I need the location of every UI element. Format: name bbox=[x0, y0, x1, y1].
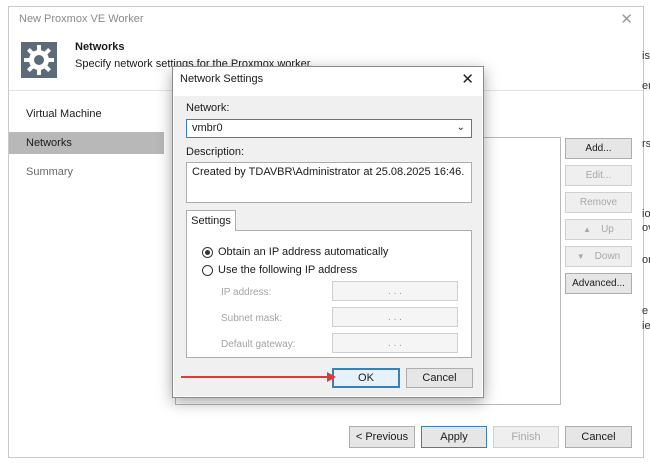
subnet-mask-field[interactable]: . . . bbox=[332, 307, 458, 327]
dialog-body: Network: vmbr0 ⌄ Description: Created by… bbox=[174, 96, 482, 396]
gear-icon bbox=[21, 42, 57, 78]
settings-panel: Obtain an IP address automatically Use t… bbox=[186, 230, 472, 358]
background-text-fragment: on bbox=[642, 254, 650, 266]
wizard-title: New Proxmox VE Worker bbox=[19, 13, 144, 25]
previous-button[interactable]: < Previous bbox=[349, 426, 415, 448]
dialog-cancel-button[interactable]: Cancel bbox=[406, 368, 473, 388]
wizard-close-icon[interactable]: ✕ bbox=[620, 10, 633, 28]
arrow-down-icon: ▼ bbox=[576, 252, 585, 261]
network-label: Network: bbox=[186, 102, 230, 114]
advanced-button[interactable]: Advanced... bbox=[565, 273, 632, 294]
nav-item-virtual-machine[interactable]: Virtual Machine bbox=[9, 103, 164, 125]
description-field[interactable]: Created by TDAVBR\Administrator at 25.08… bbox=[186, 162, 472, 203]
network-select[interactable]: vmbr0 ⌄ bbox=[186, 119, 472, 138]
tab-settings[interactable]: Settings bbox=[186, 210, 236, 231]
subnet-mask-label: Subnet mask: bbox=[221, 313, 283, 324]
background-text-fragment: er bbox=[642, 80, 650, 92]
default-gateway-label: Default gateway: bbox=[221, 339, 296, 350]
background-text-fragment: e bbox=[642, 305, 649, 317]
move-down-label: Down bbox=[594, 251, 621, 262]
background-text-fragment: ie bbox=[642, 320, 650, 332]
ip-address-field[interactable]: . . . bbox=[332, 281, 458, 301]
description-label: Description: bbox=[186, 146, 245, 158]
annotation-arrow-head-icon bbox=[327, 372, 336, 382]
arrow-up-icon: ▲ bbox=[583, 225, 592, 234]
default-gateway-field[interactable]: . . . bbox=[332, 333, 458, 353]
chevron-down-icon[interactable]: ⌄ bbox=[457, 122, 465, 133]
move-up-label: Up bbox=[601, 224, 614, 235]
remove-network-button[interactable]: Remove bbox=[565, 192, 632, 213]
background-text-fragment: rs bbox=[642, 138, 650, 150]
background-text-fragment: io bbox=[642, 208, 650, 220]
use-following-ip-label: Use the following IP address bbox=[218, 264, 358, 276]
obtain-ip-label: Obtain an IP address automatically bbox=[218, 246, 389, 258]
network-select-value: vmbr0 bbox=[192, 122, 223, 134]
dialog-title: Network Settings bbox=[180, 73, 264, 85]
apply-button[interactable]: Apply bbox=[421, 426, 487, 448]
finish-button[interactable]: Finish bbox=[493, 426, 559, 448]
background-text-fragment: is bbox=[642, 50, 650, 62]
annotation-arrow-line bbox=[181, 376, 329, 378]
edit-network-button[interactable]: Edit... bbox=[565, 165, 632, 186]
nav-item-networks[interactable]: Networks bbox=[9, 132, 164, 154]
ok-button[interactable]: OK bbox=[332, 368, 400, 388]
ip-address-label: IP address: bbox=[221, 287, 272, 298]
use-following-ip-option[interactable]: Use the following IP address bbox=[202, 264, 357, 276]
move-down-button[interactable]: ▼ Down bbox=[565, 246, 632, 267]
nav-item-summary[interactable]: Summary bbox=[9, 161, 164, 183]
network-settings-dialog: Network Settings ✕ Network: vmbr0 ⌄ Desc… bbox=[172, 66, 484, 398]
obtain-ip-automatically-option[interactable]: Obtain an IP address automatically bbox=[202, 246, 388, 258]
radio-unchecked-icon[interactable] bbox=[202, 264, 213, 276]
wizard-steps-nav: Virtual Machine Networks Summary bbox=[9, 103, 164, 190]
cancel-button[interactable]: Cancel bbox=[565, 426, 632, 448]
wizard-titlebar: New Proxmox VE Worker ✕ bbox=[9, 7, 643, 31]
add-network-button[interactable]: Add... bbox=[565, 138, 632, 159]
move-up-button[interactable]: ▲ Up bbox=[565, 219, 632, 240]
dialog-close-icon[interactable]: ✕ bbox=[461, 70, 474, 88]
background-text-fragment: ov bbox=[642, 222, 650, 234]
header-title: Networks bbox=[75, 41, 125, 53]
radio-checked-icon[interactable] bbox=[202, 246, 213, 258]
